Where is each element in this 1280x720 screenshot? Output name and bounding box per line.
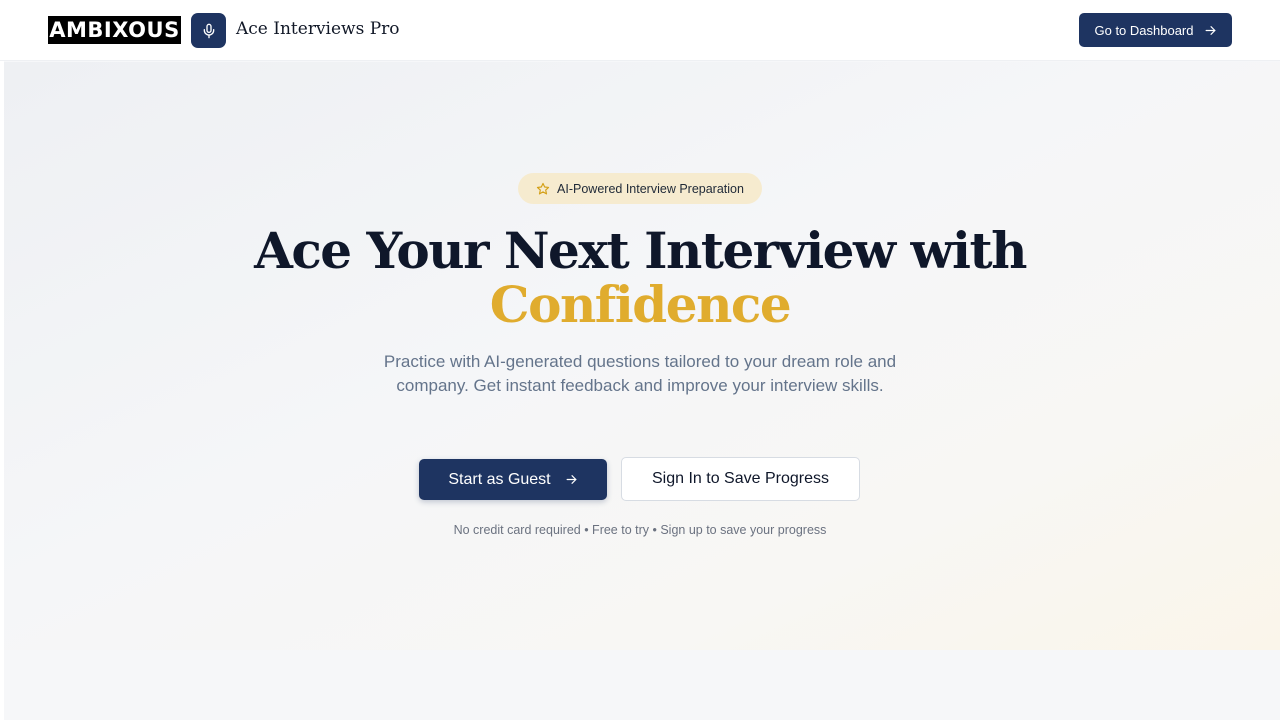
mic-icon bbox=[201, 23, 217, 39]
arrow-right-icon bbox=[565, 473, 578, 486]
ambixous-logo[interactable]: AMBIXOUS bbox=[48, 16, 181, 44]
hero-headline-accent: Confidence bbox=[489, 275, 792, 334]
sign-in-button[interactable]: Sign In to Save Progress bbox=[621, 457, 860, 501]
ai-badge-label: AI-Powered Interview Preparation bbox=[557, 181, 744, 196]
hero-description: Practice with AI-generated questions tai… bbox=[383, 352, 897, 395]
start-as-guest-label: Start as Guest bbox=[448, 470, 551, 488]
app-name[interactable]: Ace Interviews Pro bbox=[236, 19, 400, 39]
arrow-right-icon bbox=[1204, 24, 1217, 37]
star-icon bbox=[536, 182, 550, 196]
below-hero-section bbox=[4, 650, 1280, 720]
start-as-guest-button[interactable]: Start as Guest bbox=[419, 459, 607, 500]
logo-text: AMBIXOUS bbox=[49, 18, 180, 42]
app-logo-tile[interactable] bbox=[191, 13, 226, 48]
go-to-dashboard-button[interactable]: Go to Dashboard bbox=[1079, 13, 1232, 47]
top-navbar: AMBIXOUS Ace Interviews Pro Go to Dashbo… bbox=[0, 0, 1280, 61]
dashboard-button-label: Go to Dashboard bbox=[1094, 22, 1194, 38]
hero-headline: Ace Your Next Interview with bbox=[254, 221, 1027, 280]
hero-footnote: No credit card required • Free to try • … bbox=[453, 523, 827, 537]
sign-in-label: Sign In to Save Progress bbox=[652, 470, 829, 487]
ai-badge: AI-Powered Interview Preparation bbox=[518, 173, 762, 204]
